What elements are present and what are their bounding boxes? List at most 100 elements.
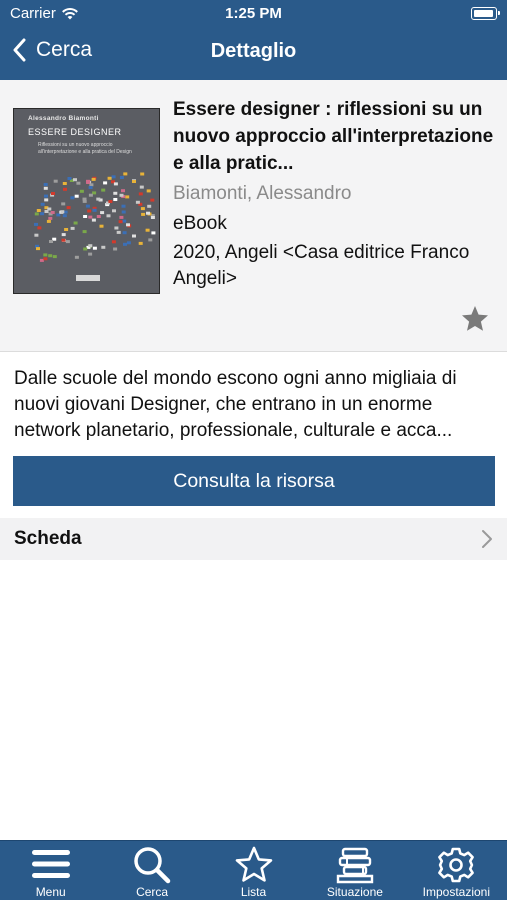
cover-mosaic-tile	[122, 231, 127, 235]
cover-mosaic-tile	[83, 247, 88, 251]
cover-mosaic-tile	[119, 176, 124, 179]
gear-icon	[438, 847, 475, 883]
cover-mosaic-tile	[146, 211, 150, 215]
tab-menu[interactable]: Menu	[0, 841, 101, 900]
cover-mosaic-tile	[34, 212, 39, 216]
top-bar: Carrier 1:25 PM Cerca Dettaglio	[0, 0, 507, 80]
cover-mosaic-tile	[101, 188, 106, 192]
cover-mosaic-tile	[96, 197, 101, 201]
tab-situazione-label: Situazione	[326, 885, 383, 899]
cover-mosaic-tile	[103, 181, 108, 185]
cover-subtitle: Riflessioni su un nuovo approccio all'in…	[38, 142, 132, 155]
cover-mosaic-tile	[48, 216, 53, 220]
cover-mosaic-tile	[52, 255, 57, 259]
cover-mosaic-tile	[65, 240, 70, 244]
cover-mosaic-tile	[61, 233, 66, 237]
favorite-star-icon[interactable]	[460, 304, 490, 334]
cover-mosaic-tile	[82, 230, 87, 234]
cover-mosaic-tile	[40, 212, 45, 216]
book-card: Alessandro Biamonti ESSERE DESIGNER Rifl…	[0, 80, 507, 352]
cover-mosaic-tile	[108, 200, 113, 203]
cover-mosaic-tile	[48, 254, 53, 258]
cover-mosaic-tile	[62, 214, 67, 218]
cover-mosaic-tile	[40, 202, 45, 206]
book-abstract: Dalle scuole del mondo escono ogni anno …	[14, 368, 457, 441]
cover-mosaic-tile	[43, 186, 48, 190]
cover-mosaic-tile	[111, 240, 116, 244]
cover-mosaic-tile	[88, 215, 93, 219]
cover-mosaic-tile	[121, 210, 126, 214]
cover-mosaic-tile	[74, 255, 79, 259]
cover-mosaic-tile	[89, 183, 94, 187]
cover-mosaic-tile	[88, 193, 93, 197]
search-icon	[134, 847, 171, 884]
cover-mosaic-tile	[43, 257, 48, 261]
menu-icon	[31, 850, 70, 878]
tab-situazione[interactable]: Situazione	[304, 841, 405, 900]
cover-mosaic-tile	[113, 182, 118, 186]
cover-mosaic-tile	[141, 212, 146, 216]
cover-mosaic-tile	[113, 247, 118, 251]
cover-mosaic-tile	[113, 198, 118, 201]
tab-impostazioni[interactable]: Impostazioni	[406, 841, 507, 900]
cover-mosaic-tile	[113, 191, 118, 195]
status-time: 1:25 PM	[225, 5, 282, 22]
cover-mosaic-tile	[92, 246, 97, 250]
book-cover[interactable]: Alessandro Biamonti ESSERE DESIGNER Rifl…	[13, 108, 160, 294]
cover-mosaic-tile	[43, 253, 48, 257]
cover-mosaic-tile	[101, 245, 106, 249]
cover-mosaic-tile	[60, 210, 65, 214]
cover-mosaic-tile	[61, 238, 66, 242]
book-author[interactable]: Biamonti, Alessandro	[173, 180, 495, 208]
cover-mosaic-tile	[91, 218, 96, 222]
cover-mosaic-tile	[88, 186, 93, 189]
scheda-label: Scheda	[14, 528, 82, 549]
cover-mosaic-tile	[47, 207, 52, 211]
cover-mosaic-tile	[85, 204, 90, 208]
cover-mosaic-tile	[106, 214, 111, 218]
cover-mosaic-tile	[39, 258, 44, 262]
cover-mosaic-tile	[83, 215, 88, 218]
cover-mosaic-tile	[122, 219, 127, 223]
cover-mosaic-tile	[49, 240, 53, 243]
cover-mosaic-tile	[99, 224, 104, 228]
cover-mosaic-tile	[50, 211, 55, 214]
chevron-right-icon	[482, 530, 492, 548]
tab-lista[interactable]: Lista	[203, 841, 304, 900]
cover-mosaic-tile	[62, 182, 67, 185]
cover-mosaic-tile	[67, 177, 72, 180]
cover-mosaic-tile	[79, 189, 84, 193]
cover-mosaic-tile	[132, 180, 136, 183]
tab-cerca[interactable]: Cerca	[101, 841, 202, 900]
tab-lista-label: Lista	[240, 885, 267, 899]
cover-mosaic-tile	[61, 202, 66, 206]
cover-mosaic-tile	[91, 177, 96, 181]
cover-mosaic-tile	[53, 179, 58, 183]
cover-mosaic-tile	[119, 193, 124, 197]
cover-title: ESSERE DESIGNER	[28, 127, 122, 137]
cover-mosaic-tile	[150, 216, 155, 219]
scheda-row[interactable]: Scheda	[0, 518, 507, 560]
star-icon	[235, 846, 272, 882]
cover-mosaic-tile	[92, 208, 97, 212]
cover-mosaic-tile	[116, 230, 121, 234]
cover-mosaic-tile	[88, 252, 93, 256]
cover-mosaic-tile	[150, 198, 155, 202]
cover-mosaic-tile	[118, 220, 123, 224]
cover-mosaic-tile	[76, 181, 81, 185]
cover-mosaic-tile	[88, 244, 93, 248]
cover-mosaic-tile	[126, 223, 130, 227]
cover-mosaic-tile	[123, 242, 127, 246]
book-publication: 2020, Angeli <Casa editrice Franco Angel…	[173, 242, 470, 289]
cover-mosaic-tile	[36, 247, 40, 251]
cover-mosaic-tile	[73, 221, 78, 225]
cover-mosaic-tile	[148, 238, 153, 242]
cover-mosaic-tile	[146, 189, 151, 193]
cover-mosaic-tile	[74, 194, 79, 198]
cover-mosaic-tile	[86, 179, 90, 183]
book-meta: Essere designer : riflessioni su un nuov…	[173, 96, 495, 292]
cover-mosaic-tile	[51, 192, 55, 195]
cover-mosaic-tile	[70, 226, 75, 230]
consult-resource-button[interactable]: Consulta la risorsa	[13, 456, 495, 506]
cover-mosaic-tile	[147, 204, 152, 208]
